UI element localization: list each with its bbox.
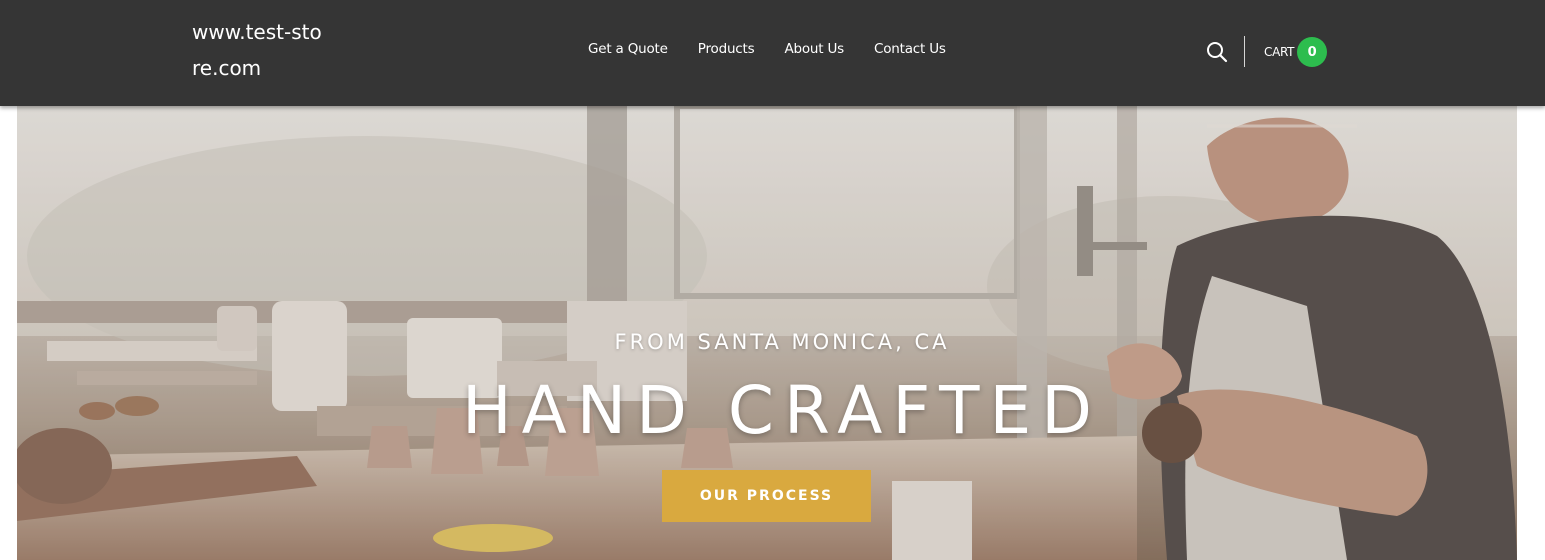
site-logo[interactable]: www.test-store.com — [192, 14, 322, 86]
cart-label: CART — [1264, 45, 1295, 59]
cart-button[interactable]: CART 0 — [1264, 37, 1328, 67]
site-header: www.test-store.com Get a Quote Products … — [0, 0, 1545, 106]
hero-subtitle: FROM SANTA MONICA, CA — [614, 330, 950, 354]
search-button[interactable] — [1205, 40, 1229, 64]
header-divider — [1244, 36, 1245, 67]
search-icon — [1207, 42, 1228, 63]
our-process-button[interactable]: OUR PROCESS — [662, 470, 871, 522]
main-nav: Get a Quote Products About Us Contact Us — [588, 41, 976, 57]
nav-contact-us[interactable]: Contact Us — [874, 41, 946, 57]
hero-banner: FROM SANTA MONICA, CA HAND CRAFTED OUR P… — [17, 106, 1517, 560]
nav-products[interactable]: Products — [698, 41, 755, 57]
nav-get-a-quote[interactable]: Get a Quote — [588, 41, 668, 57]
nav-about-us[interactable]: About Us — [784, 41, 844, 57]
cart-count-badge: 0 — [1297, 37, 1328, 67]
hero-title: HAND CRAFTED — [461, 372, 1102, 449]
